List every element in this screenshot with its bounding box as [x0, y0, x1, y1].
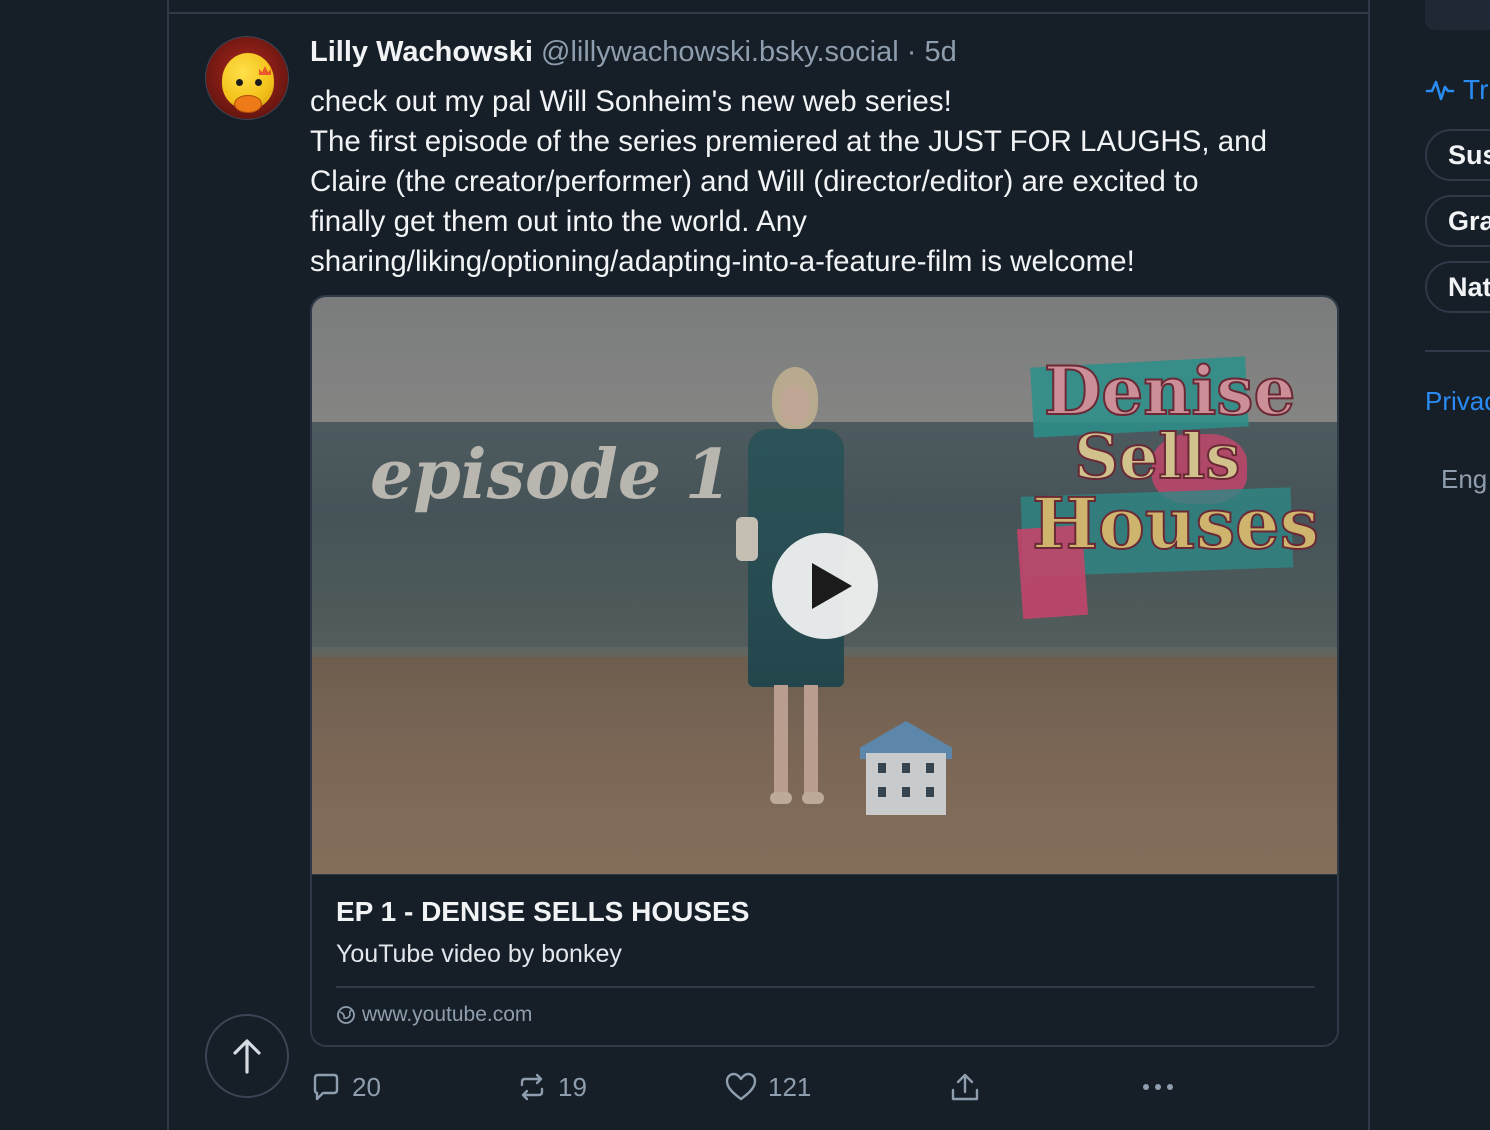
- privacy-link[interactable]: Privac: [1425, 386, 1490, 417]
- post-text-line: finally get them out into the world. Any: [310, 205, 807, 238]
- embed-meta: EP 1 - DENISE SELLS HOUSES YouTube video…: [312, 874, 1337, 1045]
- ellipsis-icon: [1143, 1084, 1173, 1090]
- link-embed-card[interactable]: episode 1 Denise Sells Houses EP 1 - DEN…: [310, 295, 1339, 1047]
- left-column-border: [167, 0, 169, 1130]
- reply-icon: [313, 1073, 339, 1101]
- trending-topic-pill[interactable]: Nat: [1425, 261, 1490, 313]
- scroll-to-top-button[interactable]: [205, 1014, 289, 1098]
- like-count: 121: [768, 1071, 812, 1102]
- post-text-line: sharing/liking/optioning/adapting-into-a…: [310, 245, 1135, 278]
- header-separator: ·: [906, 36, 917, 68]
- post-header: Lilly Wachowski @lillywachowski.bsky.soc…: [310, 36, 957, 69]
- trending-label: Tr: [1463, 74, 1489, 105]
- share-icon: [951, 1073, 979, 1101]
- avatar[interactable]: [205, 36, 289, 120]
- arrow-up-icon: [233, 1039, 261, 1074]
- post-text-line: Claire (the creator/performer) and Will …: [310, 165, 1199, 198]
- search-box[interactable]: [1425, 0, 1490, 30]
- post-actions: 20 19 121: [310, 1068, 1210, 1106]
- share-button[interactable]: [948, 1068, 992, 1106]
- more-options-button[interactable]: [1140, 1068, 1186, 1106]
- trending-icon: [1425, 80, 1455, 101]
- globe-icon: [337, 1006, 355, 1024]
- repost-button[interactable]: 19: [516, 1068, 587, 1106]
- embed-url: www.youtube.com: [336, 1003, 532, 1027]
- post-age[interactable]: 5d: [924, 36, 956, 68]
- embed-description: YouTube video by bonkey: [336, 940, 622, 968]
- duck-avatar-icon: [222, 53, 274, 113]
- trending-topic-pill[interactable]: Sus: [1425, 129, 1490, 181]
- play-icon: [812, 563, 852, 609]
- embed-title: EP 1 - DENISE SELLS HOUSES: [336, 896, 750, 927]
- like-button[interactable]: 121: [724, 1068, 811, 1106]
- repost-icon: [520, 1073, 544, 1101]
- embed-divider: [336, 986, 1315, 988]
- embed-url-text: www.youtube.com: [362, 1003, 533, 1026]
- heart-icon: [725, 1072, 757, 1101]
- page: Lilly Wachowski @lillywachowski.bsky.soc…: [0, 0, 1490, 1130]
- right-sidebar: Tr Sus Gra Nat Privac Eng: [1370, 0, 1490, 1130]
- play-button[interactable]: [772, 533, 878, 639]
- post-text-line: The first episode of the series premiere…: [310, 125, 1267, 158]
- post-text: check out my pal Will Sonheim's new web …: [310, 82, 1350, 282]
- post-text-line: check out my pal Will Sonheim's new web …: [310, 85, 952, 118]
- video-thumbnail[interactable]: episode 1 Denise Sells Houses: [312, 297, 1337, 874]
- repost-count: 19: [558, 1071, 587, 1102]
- reply-count: 20: [352, 1071, 381, 1102]
- sidebar-divider: [1425, 350, 1490, 352]
- post-divider: [169, 12, 1369, 14]
- trending-topic-pill[interactable]: Gra: [1425, 195, 1490, 247]
- trending-header: Tr: [1425, 74, 1488, 106]
- author-name[interactable]: Lilly Wachowski: [310, 36, 533, 68]
- reply-button[interactable]: 20: [310, 1068, 381, 1106]
- author-handle[interactable]: @lillywachowski.bsky.social: [541, 36, 899, 68]
- language-selector[interactable]: Eng: [1441, 464, 1487, 495]
